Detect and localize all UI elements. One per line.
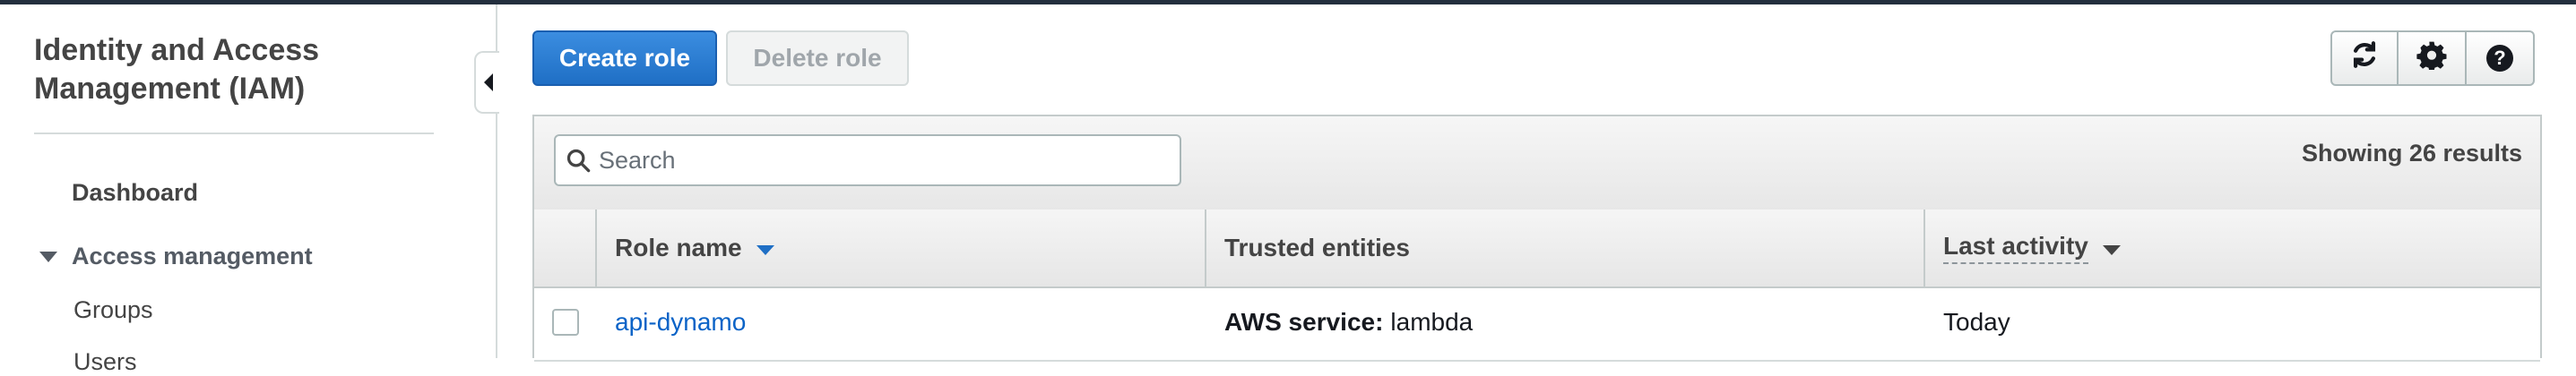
help-icon: ? (2486, 45, 2513, 72)
help-button[interactable]: ? (2467, 30, 2535, 86)
create-role-button[interactable]: Create role (532, 30, 717, 86)
sort-icon (2102, 244, 2121, 255)
select-all-column (534, 209, 597, 286)
search-icon (565, 147, 592, 174)
roles-table-panel: Search Showing 26 results Role name Trus… (532, 115, 2542, 362)
results-count: Showing 26 results (2301, 140, 2522, 167)
delete-role-button[interactable]: Delete role (726, 30, 909, 86)
settings-button[interactable] (2399, 30, 2467, 86)
checkbox-icon (552, 309, 579, 336)
sidebar-item-users[interactable]: Users (73, 348, 137, 376)
sidebar-divider (34, 132, 434, 134)
caret-down-icon (39, 251, 57, 262)
table-row: api-dynamo AWS service: lambda Today (534, 288, 2540, 362)
table-header: Role name Trusted entities Last activity (534, 209, 2540, 288)
sidebar: Identity and Access Management (IAM) Das… (0, 4, 497, 375)
collapse-sidebar-button[interactable] (474, 51, 499, 114)
toolbar-icon-group: ? (2330, 30, 2535, 86)
gear-icon (2416, 39, 2447, 78)
sidebar-title: Identity and Access Management (IAM) (34, 33, 320, 106)
trusted-entities-prefix: AWS service: (1224, 308, 1384, 336)
column-last-activity-label: Last activity (1943, 232, 2088, 264)
table-filter-bar: Search Showing 26 results (534, 116, 2540, 211)
search-placeholder: Search (599, 146, 676, 174)
row-checkbox[interactable] (550, 288, 581, 356)
sidebar-item-groups[interactable]: Groups (73, 296, 153, 324)
column-role-name-label: Role name (615, 234, 742, 261)
sidebar-section-access-management[interactable]: Access management (39, 243, 313, 270)
search-input[interactable]: Search (554, 134, 1181, 186)
trusted-entities-value: lambda (1390, 308, 1474, 336)
refresh-icon (2349, 39, 2380, 78)
last-activity-cell: Today (1943, 308, 2010, 336)
sidebar-item-dashboard[interactable]: Dashboard (72, 179, 198, 207)
sidebar-section-label: Access management (72, 243, 313, 269)
column-role-name[interactable]: Role name (597, 209, 1206, 286)
column-trusted-entities: Trusted entities (1206, 209, 1925, 286)
trusted-entities-cell: AWS service: lambda (1224, 288, 1473, 356)
role-name-link[interactable]: api-dynamo (615, 288, 746, 356)
column-trusted-entities-label: Trusted entities (1224, 234, 1410, 261)
column-last-activity[interactable]: Last activity (1925, 209, 2540, 286)
caret-left-icon (484, 73, 493, 91)
refresh-button[interactable] (2330, 30, 2399, 86)
sort-descending-icon (756, 244, 774, 255)
